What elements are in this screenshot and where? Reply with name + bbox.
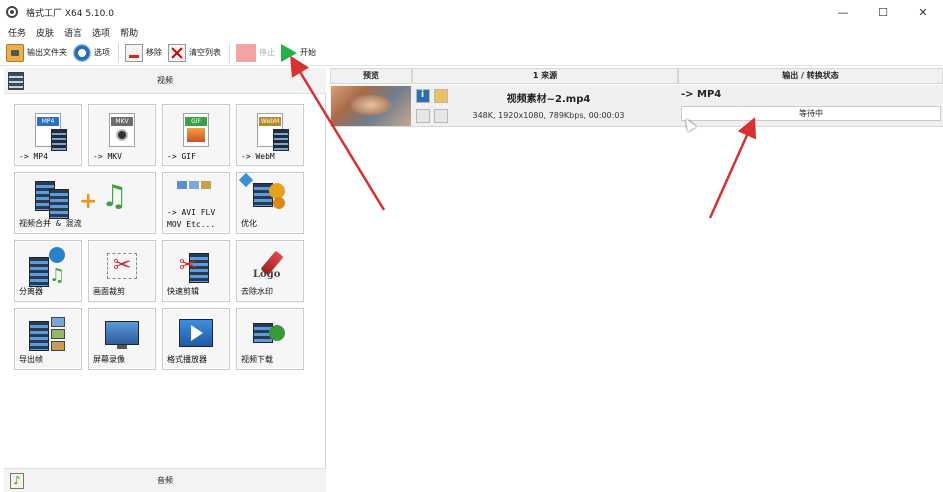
tile-label: 分离器	[19, 287, 43, 296]
options-button[interactable]: 选项	[73, 42, 110, 64]
start-label: 开始	[300, 48, 316, 57]
clear-list-button[interactable]: 清空列表	[168, 42, 221, 64]
window-title: 格式工厂 X64 5.10.0	[26, 8, 114, 19]
tile-to-mkv[interactable]: MKV -> MKV	[88, 104, 156, 166]
tile-format-player[interactable]: 格式播放器	[162, 308, 230, 370]
tile-label: 屏幕录像	[93, 355, 125, 364]
mkv-badge: MKV	[111, 117, 133, 126]
tile-to-avi-flv-mov[interactable]: -> AVI FLV MOV Etc...	[162, 172, 230, 234]
remove-icon	[125, 43, 143, 62]
tile-label: 导出帧	[19, 355, 43, 364]
minimize-button[interactable]: —	[823, 0, 863, 24]
tile-to-gif[interactable]: GIF -> GIF	[162, 104, 230, 166]
remove-label: 移除	[146, 48, 162, 57]
close-button[interactable]: ✕	[903, 0, 943, 24]
stop-label: 停止	[259, 48, 275, 57]
tile-label-line2: MOV Etc...	[167, 220, 216, 229]
mp4-badge: MP4	[37, 117, 59, 126]
tile-label: 去除水印	[241, 287, 273, 296]
maximize-button[interactable]: ☐	[863, 0, 903, 24]
video-download-icon	[251, 315, 289, 355]
output-format: -> MP4	[681, 89, 722, 100]
menu-language[interactable]: 语言	[64, 26, 82, 39]
screen-record-icon	[103, 315, 141, 355]
export-frames-icon	[29, 315, 67, 355]
clear-x-icon	[168, 43, 186, 62]
column-header-preview[interactable]: 预览	[330, 68, 412, 84]
tile-export-frames[interactable]: 导出帧	[14, 308, 82, 370]
status-badge: 等待中	[681, 106, 941, 121]
quick-clip-icon: ✂	[177, 247, 215, 287]
play-icon	[281, 43, 297, 62]
mkv-file-icon: MKV	[103, 111, 141, 151]
folder-icon	[6, 43, 24, 62]
player-icon	[177, 315, 215, 355]
mp4-file-icon: MP4	[29, 111, 67, 151]
video-category-header[interactable]: 视频	[4, 68, 326, 94]
stop-icon	[236, 43, 256, 62]
tile-label: 格式播放器	[167, 355, 207, 364]
menu-skin[interactable]: 皮肤	[36, 26, 54, 39]
tile-label: 优化	[241, 219, 257, 228]
gif-badge: GIF	[185, 117, 207, 126]
tile-label: 画面裁剪	[93, 287, 125, 296]
toolbar-divider	[229, 42, 230, 63]
options-label: 选项	[94, 48, 110, 57]
stop-button[interactable]: 停止	[236, 42, 275, 64]
output-folder-button[interactable]: 输出文件夹	[6, 42, 67, 64]
audio-category-header[interactable]: ♪ 音频	[4, 468, 326, 492]
tile-label: -> WebM	[241, 152, 275, 161]
tile-merge-mux[interactable]: + ♫ 视频合并 & 混流	[14, 172, 156, 234]
toolbar: 输出文件夹 选项 移除 清空列表 停止 开始	[0, 40, 943, 66]
menu-options[interactable]: 选项	[92, 26, 110, 39]
tile-to-mp4[interactable]: MP4 -> MP4	[14, 104, 82, 166]
eraser-logo-icon: Logo	[251, 247, 289, 287]
tile-remove-watermark[interactable]: Logo 去除水印	[236, 240, 304, 302]
tile-label: 快速剪辑	[167, 287, 199, 296]
tile-optimize[interactable]: 优化	[236, 172, 304, 234]
column-header-output[interactable]: 输出 / 转换状态	[678, 68, 943, 84]
task-list: 预览 1 来源 输出 / 转换状态 视频素材~2.mp4 348K, 1920x…	[330, 68, 943, 492]
source-file-meta: 348K, 1920x1080, 789Kbps, 00:00:03	[472, 111, 625, 120]
tile-label: 视频下载	[241, 355, 273, 364]
options-disc-icon	[73, 43, 91, 62]
tile-label: 视频合并 & 混流	[19, 219, 82, 228]
tile-screen-record[interactable]: 屏幕录像	[88, 308, 156, 370]
webm-badge: WebM	[259, 117, 281, 126]
function-panel: 视频 MP4 -> MP4 MKV -> MKV GIF -> GIF WebM…	[4, 68, 326, 492]
table-row[interactable]: 视频素材~2.mp4 348K, 1920x1080, 789Kbps, 00:…	[330, 85, 943, 127]
merge-music-icon: + ♫	[29, 179, 139, 219]
tile-label: -> GIF	[167, 152, 196, 161]
tile-splitter[interactable]: ♫ 分离器	[14, 240, 82, 302]
menu-task[interactable]: 任务	[8, 26, 26, 39]
gif-file-icon: GIF	[177, 111, 215, 151]
tile-to-webm[interactable]: WebM -> WebM	[236, 104, 304, 166]
video-category-label: 视频	[157, 76, 173, 85]
app-logo-icon	[6, 6, 18, 18]
toolbar-divider	[118, 42, 119, 63]
tile-label: -> MP4	[19, 152, 48, 161]
optimize-gears-icon	[238, 172, 289, 219]
start-button[interactable]: 开始	[281, 42, 316, 64]
clear-list-label: 清空列表	[189, 48, 221, 57]
remove-button[interactable]: 移除	[125, 42, 162, 64]
tile-crop[interactable]: ✂ 画面裁剪	[88, 240, 156, 302]
window-controls: — ☐ ✕	[823, 0, 943, 24]
audio-category-label: 音频	[157, 476, 173, 485]
tile-video-download[interactable]: 视频下载	[236, 308, 304, 370]
menu-help[interactable]: 帮助	[120, 26, 138, 39]
column-header-source[interactable]: 1 来源	[412, 68, 678, 84]
splitter-icon: ♫	[29, 247, 67, 287]
tile-label: -> MKV	[93, 152, 122, 161]
output-folder-label: 输出文件夹	[27, 48, 67, 57]
webm-file-icon: WebM	[251, 111, 289, 151]
tile-label-line1: -> AVI FLV	[167, 208, 216, 217]
tile-quick-clip[interactable]: ✂ 快速剪辑	[162, 240, 230, 302]
source-file-name: 视频素材~2.mp4	[506, 94, 591, 105]
title-bar: 格式工厂 X64 5.10.0 — ☐ ✕	[0, 0, 943, 24]
crop-scissors-icon: ✂	[103, 247, 141, 287]
menu-bar: 任务 皮肤 语言 选项 帮助	[0, 24, 148, 40]
video-thumbnail	[331, 86, 411, 126]
